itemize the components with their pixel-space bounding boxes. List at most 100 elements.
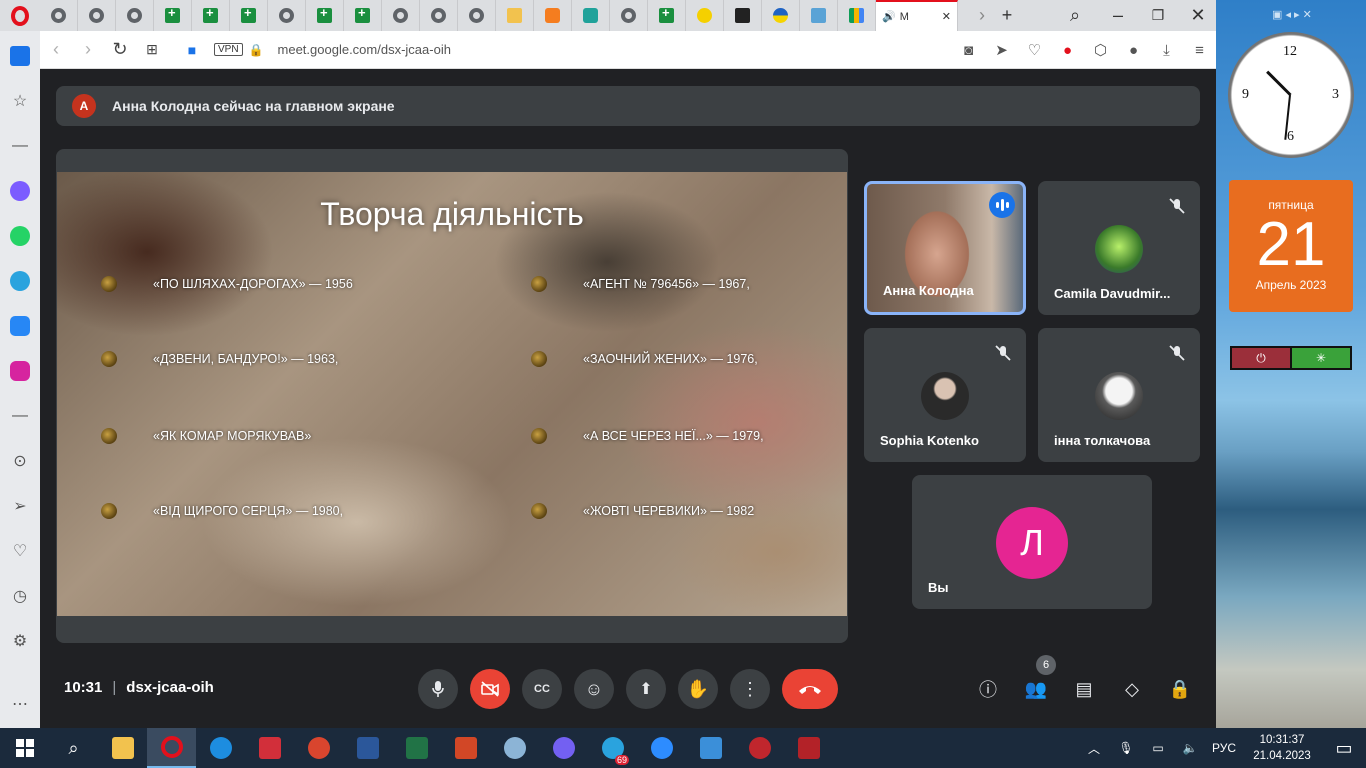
star-icon[interactable]: ☆ [0,78,40,123]
chat-button[interactable]: ▤ [1064,669,1104,709]
restore-window-icon[interactable]: ❐ [1140,0,1176,31]
search-button[interactable]: ⌕ [49,728,98,768]
browser-tab[interactable] [154,0,192,31]
shutdown-button[interactable]: ⏻ [1232,348,1290,368]
easy-setup-icon[interactable]: ≡ [1183,42,1216,59]
activities-button[interactable]: ◇ [1112,669,1152,709]
browser-tab[interactable] [572,0,610,31]
browser-tab[interactable] [420,0,458,31]
captions-button[interactable]: CC [522,669,562,709]
taskbar-clock[interactable]: 10:31:37 21.04.2023 [1242,732,1322,764]
telegram-icon[interactable] [0,258,40,303]
download-icon[interactable]: ⤓ [1150,42,1183,59]
browser-tab[interactable] [648,0,686,31]
browser-tab[interactable] [268,0,306,31]
more-dots-icon[interactable]: ⋯ [0,681,40,726]
messenger-icon[interactable] [0,168,40,213]
battery-icon[interactable]: ▭ [1142,741,1174,755]
taskbar-powerpoint[interactable] [441,728,490,768]
settings-gear-icon[interactable]: ⚙ [0,618,40,663]
taskbar-document[interactable] [686,728,735,768]
host-controls-button[interactable]: 🔒 [1160,669,1200,709]
send-icon[interactable]: ➢ [0,483,40,528]
new-tab-plus-icon[interactable]: + [996,0,1018,31]
browser-tab[interactable] [192,0,230,31]
opera-adblock-icon[interactable]: ● [1051,42,1084,59]
whatsapp-icon[interactable] [0,213,40,258]
browser-tab[interactable] [116,0,154,31]
close-tab-icon[interactable]: ✕ [942,10,951,23]
lock-icon[interactable]: 🔒 [249,43,264,57]
browser-tab[interactable] [724,0,762,31]
browser-tab[interactable] [838,0,876,31]
camera-in-use-icon[interactable]: ■ [176,31,208,69]
reload-icon[interactable]: ↻ [104,31,136,69]
taskbar-app-red[interactable] [735,728,784,768]
browser-tab[interactable] [78,0,116,31]
vpn-badge[interactable]: VPN [214,43,243,56]
speed-dial-icon[interactable]: ⊞ [136,31,168,69]
self-tile[interactable]: Л Вы [912,475,1152,609]
vk-icon[interactable] [0,303,40,348]
browser-tab-active[interactable]: 🔊 M ✕ [876,0,958,31]
search-tabs-icon[interactable]: ⌕ [1062,0,1088,31]
taskbar-ccleaner[interactable] [294,728,343,768]
url-field[interactable]: meet.google.com/dsx-jcaa-oih [278,42,451,57]
browser-tab[interactable] [800,0,838,31]
browser-tab[interactable] [496,0,534,31]
player-icon[interactable]: ⊙ [0,438,40,483]
profile-icon[interactable]: ● [1117,42,1150,59]
instagram-icon[interactable] [0,348,40,393]
more-options-button[interactable]: ⋮ [730,669,770,709]
send-icon[interactable]: ➤ [985,41,1018,59]
snapshot-icon[interactable]: ◙ [952,42,985,59]
home-icon[interactable] [0,33,40,78]
bookmarks-heart-icon[interactable]: ♡ [0,528,40,573]
minimize-window-icon[interactable]: – [1100,0,1136,31]
taskbar-paint[interactable] [490,728,539,768]
presentation-stage[interactable]: Творча діяльність «ПО ШЛЯХАХ-ДОРОГАХ» — … [56,149,848,643]
browser-tab[interactable] [344,0,382,31]
volume-icon[interactable]: 🔈 [1174,741,1206,755]
reactions-button[interactable]: ☺ [574,669,614,709]
browser-tab[interactable] [686,0,724,31]
raise-hand-button[interactable]: ✋ [678,669,718,709]
meeting-details-button[interactable]: ⓘ [968,669,1008,709]
people-button[interactable]: 👥 [1016,669,1056,709]
notifications-icon[interactable]: ▭ [1322,738,1366,759]
browser-tab[interactable] [458,0,496,31]
microphone-tray-icon[interactable]: 🎙 [1110,741,1142,755]
restart-button[interactable]: ✳ [1292,348,1350,368]
taskbar-telegram[interactable]: 69 [588,728,637,768]
taskbar-screen-recorder[interactable] [784,728,833,768]
browser-tab[interactable] [382,0,420,31]
participant-tile[interactable]: Camila Davudmir... [1038,181,1200,315]
taskbar-word[interactable] [343,728,392,768]
browser-tab[interactable] [610,0,648,31]
participant-tile[interactable]: інна толкачова [1038,328,1200,462]
input-language[interactable]: РУС [1206,741,1242,755]
taskbar-file-explorer[interactable] [98,728,147,768]
participant-tile-speaking[interactable]: Анна Колодна [864,181,1026,315]
browser-tab[interactable] [534,0,572,31]
browser-tab[interactable] [306,0,344,31]
participant-tile[interactable]: Sophia Kotenko [864,328,1026,462]
browser-tab[interactable] [230,0,268,31]
taskbar-excel[interactable] [392,728,441,768]
heart-icon[interactable]: ♡ [1018,41,1051,59]
show-hidden-icons-chevron-icon[interactable]: ︿ [1078,740,1110,757]
camera-off-button[interactable] [470,669,510,709]
taskbar-zoom[interactable] [637,728,686,768]
back-icon[interactable]: ‹ [40,31,72,69]
forward-icon[interactable]: › [72,31,104,69]
taskbar-opera[interactable] [147,728,196,768]
close-window-icon[interactable]: ✕ [1180,0,1216,31]
browser-tab[interactable] [40,0,78,31]
taskbar-viber[interactable] [539,728,588,768]
opera-menu-button[interactable] [0,0,40,31]
taskbar-edge[interactable] [196,728,245,768]
microphone-button[interactable] [418,669,458,709]
browser-tab[interactable] [762,0,800,31]
leave-call-button[interactable] [782,669,838,709]
history-clock-icon[interactable]: ◷ [0,573,40,618]
